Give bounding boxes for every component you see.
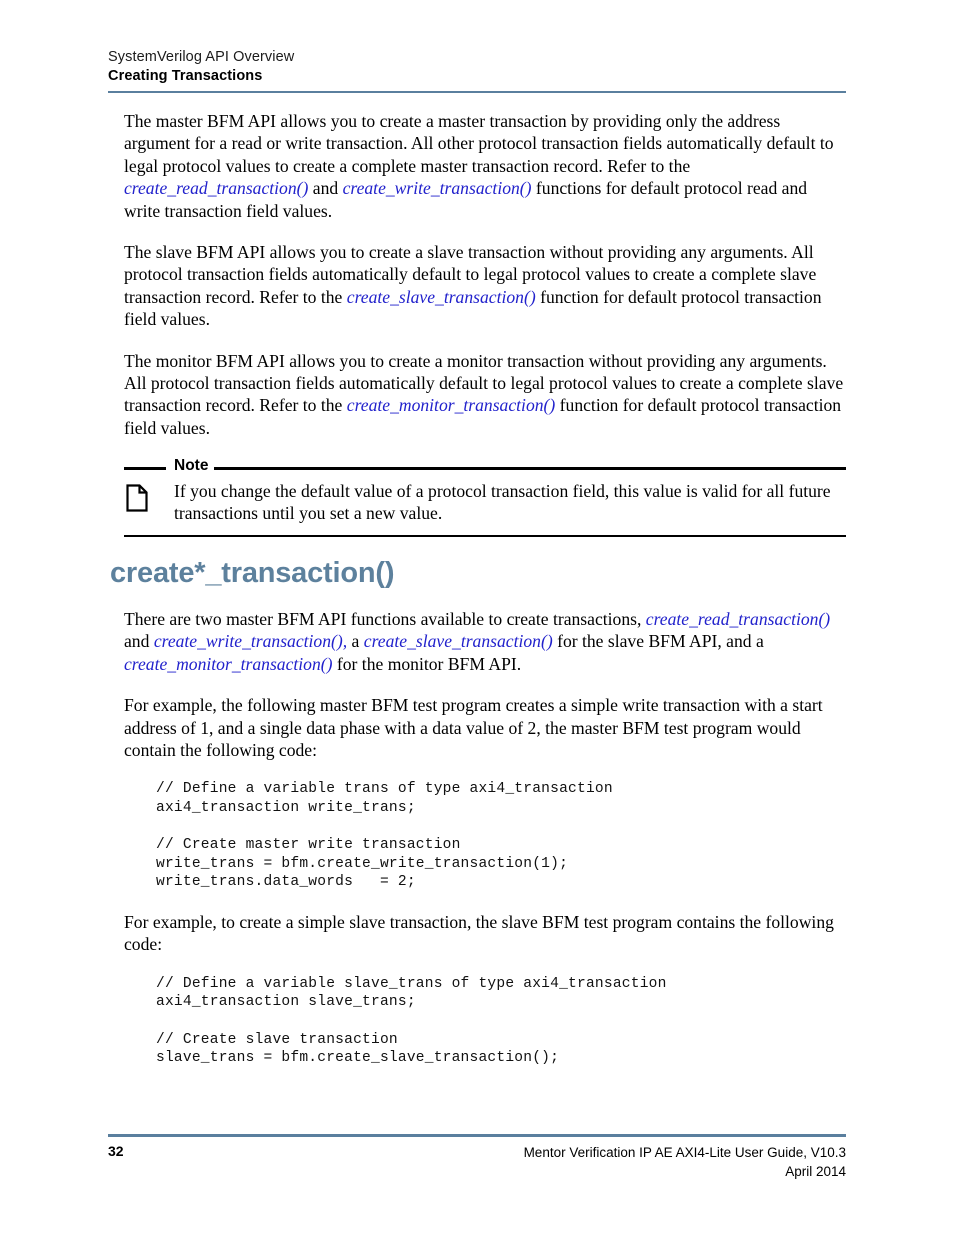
link-create-slave-transaction-2[interactable]: create_slave_transaction() [364, 631, 553, 651]
paragraph-master-text-1: The master BFM API allows you to create … [124, 111, 834, 176]
note-rule-left [124, 467, 166, 470]
code-block-master: // Define a variable trans of type axi4_… [156, 781, 613, 891]
document-page: SystemVerilog API Overview Creating Tran… [0, 0, 954, 1235]
code-spacer [124, 892, 846, 911]
note-callout: Note If you change the default value of … [124, 458, 846, 538]
paragraph-intro-text-4: for the slave BFM API, and a [552, 631, 764, 652]
section-content-block: There are two master BFM API functions a… [124, 608, 846, 1068]
paragraph-master-text-2: and [308, 178, 343, 199]
note-text: If you change the default value of a pro… [174, 481, 831, 524]
code-block-slave: // Define a variable slave_trans of type… [156, 975, 667, 1067]
link-create-monitor-transaction[interactable]: create_monitor_transaction() [347, 395, 556, 415]
header-section: Creating Transactions [108, 68, 263, 84]
paragraph-intro-text-2: and [124, 631, 154, 652]
footer-divider [108, 1134, 846, 1137]
header-divider [108, 91, 846, 93]
link-create-read-transaction[interactable]: create_read_transaction() [124, 178, 308, 198]
header-chapter: SystemVerilog API Overview [108, 49, 295, 65]
note-body: If you change the default value of a pro… [124, 474, 846, 525]
paragraph-master-api: The master BFM API allows you to create … [124, 110, 846, 222]
note-bottom-divider [124, 534, 846, 538]
paragraph-slave-api: The slave BFM API allows you to create a… [124, 241, 846, 331]
page-icon [126, 480, 152, 517]
page-number: 32 [108, 1143, 124, 1159]
paragraph-monitor-api: The monitor BFM API allows you to create… [124, 350, 846, 440]
note-header: Note [124, 458, 846, 474]
paragraph-example-slave: For example, to create a simple slave tr… [124, 912, 834, 955]
paragraph-intro-text-1: There are two master BFM API functions a… [124, 609, 646, 629]
paragraph-intro-text-3: a [347, 631, 364, 652]
running-header: SystemVerilog API Overview Creating Tran… [108, 48, 846, 86]
paragraph-intro-text-5: for the monitor BFM API. [332, 653, 522, 674]
link-create-slave-transaction[interactable]: create_slave_transaction() [347, 287, 536, 307]
paragraph-function-overview: There are two master BFM API functions a… [124, 608, 846, 675]
page-title: create*_transaction() [110, 557, 395, 589]
footer-document-info: Mentor Verification IP AE AXI4-Lite User… [524, 1143, 846, 1181]
link-create-read-transaction-2[interactable]: create_read_transaction() [646, 609, 830, 629]
link-create-monitor-transaction-2[interactable]: create_monitor_transaction() [124, 654, 333, 674]
paragraph-example-master: For example, the following master BFM te… [124, 695, 823, 761]
link-create-write-transaction[interactable]: create_write_transaction() [343, 178, 532, 198]
note-rule-right [214, 467, 846, 470]
note-title: Note [174, 457, 209, 474]
footer-date: April 2014 [785, 1164, 846, 1179]
intro-text-block: The master BFM API allows you to create … [124, 110, 846, 439]
footer-document-title: Mentor Verification IP AE AXI4-Lite User… [523, 1145, 846, 1160]
link-create-write-transaction-2[interactable]: create_write_transaction(), [154, 631, 347, 651]
